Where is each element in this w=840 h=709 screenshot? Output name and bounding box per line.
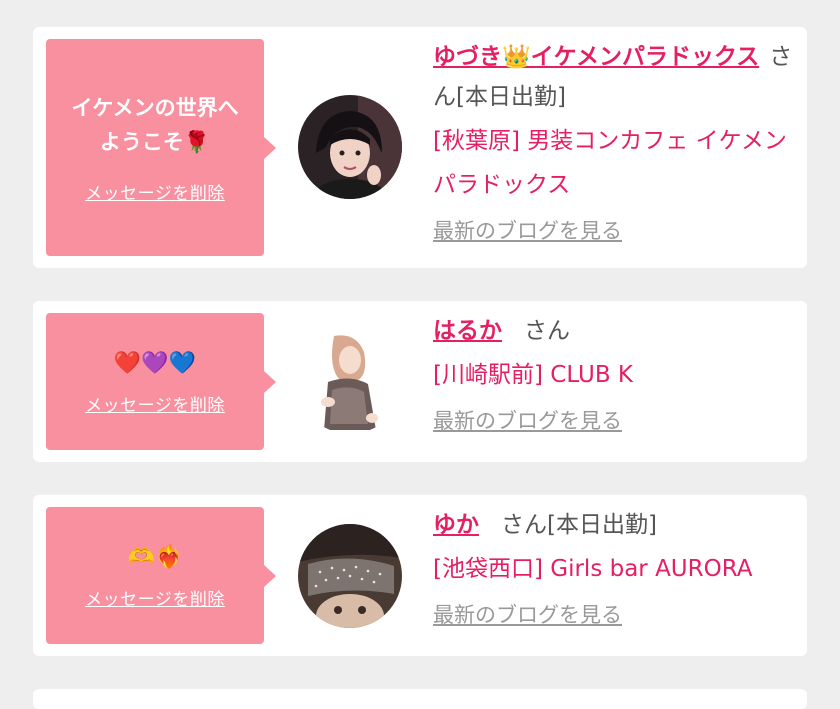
info-column: ゆか さん[本日出勤] [池袋西口] Girls bar AURORA 最新のブロ… xyxy=(433,505,793,629)
avatar[interactable] xyxy=(298,330,402,434)
message-text: ❤️💜💙 xyxy=(113,351,197,376)
person-photo-icon xyxy=(298,524,402,628)
message-text: 🫶❤️‍🔥 xyxy=(127,545,183,570)
message-card: ❤️💜💙 メッセージを削除 はるか さん [川崎駅前] CLUB K 最新のブログ… xyxy=(33,301,807,462)
cast-name-link[interactable]: はるか xyxy=(433,318,502,344)
delete-message-link[interactable]: メッセージを削除 xyxy=(85,179,225,204)
message-bubble: 🫶❤️‍🔥 メッセージを削除 xyxy=(46,507,276,644)
latest-blog-link[interactable]: 最新のブログを見る xyxy=(433,599,622,629)
latest-blog-link[interactable]: 最新のブログを見る xyxy=(433,405,622,435)
name-line: はるか さん xyxy=(433,311,793,351)
cast-name-link[interactable]: ゆづき👑イケメンパラドックス xyxy=(433,44,759,70)
message-card-partial xyxy=(33,689,807,709)
message-card: イケメンの世界へ ようこそ🌹 メッセージを削除 ゆづき👑イケメンパラドックス さん… xyxy=(33,27,807,268)
latest-blog-link[interactable]: 最新のブログを見る xyxy=(433,215,622,245)
shop-info: [川崎駅前] CLUB K xyxy=(433,362,633,388)
name-line: ゆか さん[本日出勤] xyxy=(433,505,793,545)
person-photo-icon xyxy=(298,330,402,434)
delete-message-link[interactable]: メッセージを削除 xyxy=(85,391,225,416)
name-line: ゆづき👑イケメンパラドックス さん[本日出勤] xyxy=(433,37,793,117)
delete-message-link[interactable]: メッセージを削除 xyxy=(85,585,225,610)
message-bubble: ❤️💜💙 メッセージを削除 xyxy=(46,313,276,450)
honorific-status: さん xyxy=(524,318,570,344)
info-column: はるか さん [川崎駅前] CLUB K 最新のブログを見る xyxy=(433,311,793,435)
shop-info: [池袋西口] Girls bar AURORA xyxy=(433,556,753,582)
message-text: イケメンの世界へ ようこそ🌹 xyxy=(71,96,239,154)
person-photo-icon xyxy=(298,95,402,199)
cast-name-link[interactable]: ゆか xyxy=(433,512,479,538)
message-bubble: イケメンの世界へ ようこそ🌹 メッセージを削除 xyxy=(46,39,276,256)
avatar[interactable] xyxy=(298,524,402,628)
message-card: 🫶❤️‍🔥 メッセージを削除 ゆか さん[本日出勤] [池袋西口] Girls b… xyxy=(33,495,807,656)
shop-info: [秋葉原] 男装コンカフェ イケメンパラドックス xyxy=(433,128,787,198)
honorific-status: さん[本日出勤] xyxy=(501,512,657,538)
avatar[interactable] xyxy=(298,95,402,199)
info-column: ゆづき👑イケメンパラドックス さん[本日出勤] [秋葉原] 男装コンカフェ イケメ… xyxy=(433,37,793,245)
